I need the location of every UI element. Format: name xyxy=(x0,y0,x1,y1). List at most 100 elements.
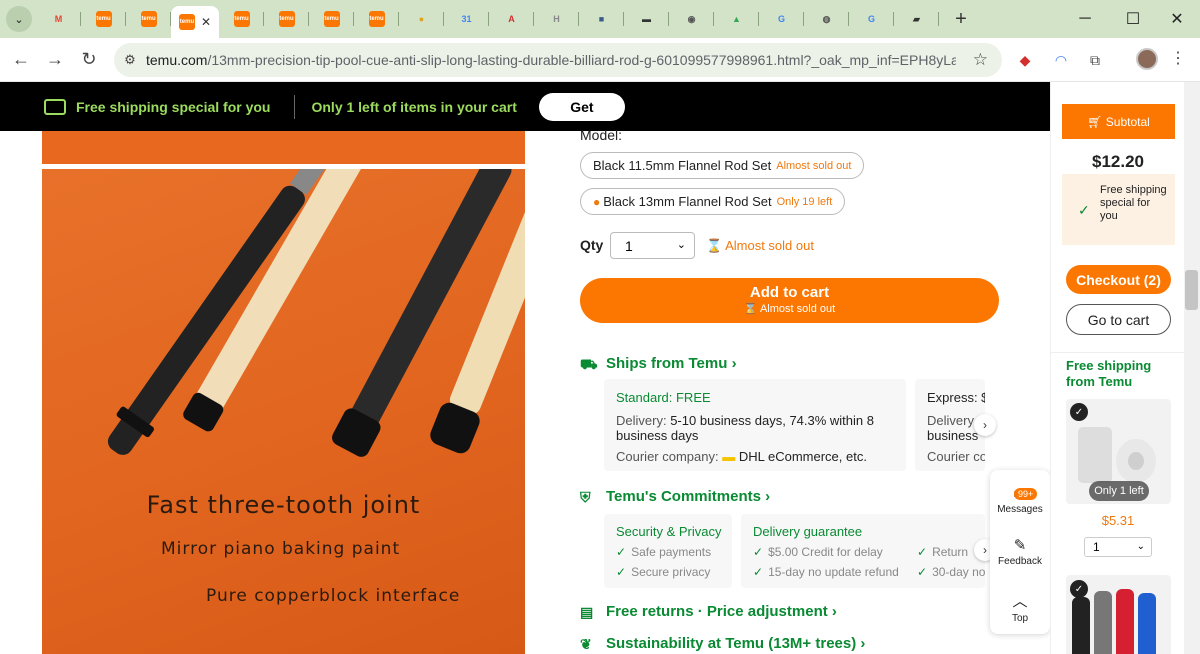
url-path: /13mm-precision-tip-pool-cue-anti-slip-l… xyxy=(207,52,956,68)
browser-tab[interactable]: temu xyxy=(126,4,171,34)
maximize-button[interactable]: ☐ xyxy=(1110,0,1156,38)
tab-search-button[interactable]: ⌄ xyxy=(6,6,32,32)
commitments-heading: Temu's Commitments xyxy=(606,488,761,505)
browser-tab[interactable]: temu xyxy=(309,4,354,34)
courier-value: DHL eCommerce, etc. xyxy=(738,449,867,464)
delivery-guarantee-card: Delivery guarantee ✓ $5.00 Credit for del… xyxy=(741,514,985,588)
model-option-tag: Only 19 left xyxy=(776,195,833,208)
chrome-icon: ◉ xyxy=(687,13,696,24)
check-icon: ✓ xyxy=(616,565,627,579)
model-option-2[interactable]: ● Black 13mm Flannel Rod Set Only 19 lef… xyxy=(580,188,846,215)
standard-title: Standard: FREE xyxy=(616,390,711,405)
selected-check-icon[interactable]: ✓ xyxy=(1070,580,1088,598)
extension-rainbow-icon[interactable]: ◠ xyxy=(1050,49,1072,71)
back-to-top-button[interactable]: ︿ Top xyxy=(990,590,1050,624)
browser-tab[interactable]: A xyxy=(489,4,534,34)
ships-heading: Ships from Temu xyxy=(606,355,728,372)
browser-tab[interactable]: G xyxy=(759,4,804,34)
express-business: business xyxy=(927,428,979,443)
sustainability-link[interactable]: ❦ Sustainability at Temu (13M+ trees) › xyxy=(580,635,865,652)
minimize-button[interactable]: ─ xyxy=(1062,0,1108,38)
free-returns-link[interactable]: ▤ Free returns · Price adjustment › xyxy=(580,603,837,620)
a-letter-icon: A xyxy=(508,14,515,24)
close-tab-icon[interactable]: ✕ xyxy=(201,15,211,29)
temu-commitments-link[interactable]: ⛨ Temu's Commitments › xyxy=(580,488,770,505)
address-bar[interactable]: ⚙ temu.com/13mm-precision-tip-pool-cue-a… xyxy=(114,43,1002,77)
browser-tab[interactable]: ◍ xyxy=(804,4,849,34)
google-icon: G xyxy=(867,14,875,24)
add-to-cart-sub-text: Almost sold out xyxy=(759,303,836,315)
express-delivery: Delivery xyxy=(927,413,974,428)
new-tab-button[interactable]: + xyxy=(947,8,975,31)
browser-menu-icon[interactable]: ⋮ xyxy=(1170,48,1186,68)
cart-sidebar: 🛒︎ Subtotal $12.20 ✓ Free shipping speci… xyxy=(1050,82,1185,654)
returns-icon: ▤ xyxy=(580,603,594,620)
image-caption-2: Mirror piano baking paint xyxy=(161,539,401,559)
add-to-cart-sublabel: ⌛ Almost sold out xyxy=(743,303,836,315)
model-option-1[interactable]: Black 11.5mm Flannel Rod Set Almost sold… xyxy=(580,152,865,179)
shipping-next-arrow[interactable]: › xyxy=(974,414,996,436)
browser-tab[interactable]: ● xyxy=(399,4,444,34)
credit-for-delay: $5.00 Credit for delay xyxy=(768,545,883,559)
cart-item-qty-select[interactable]: 1 ⌄ xyxy=(1084,537,1152,557)
h-letter-icon: H xyxy=(553,14,560,24)
promo-divider xyxy=(294,94,296,119)
browser-tab[interactable]: ▰ xyxy=(894,4,939,34)
ships-from-temu-link[interactable]: ⛟ Ships from Temu › xyxy=(580,355,737,372)
browser-tab[interactable]: temu xyxy=(219,4,264,34)
product-image[interactable]: Fast three-tooth joint Mirror piano baki… xyxy=(42,169,525,654)
sustainability-text: Sustainability at Temu (13M+ trees) xyxy=(606,635,857,652)
url-text[interactable]: temu.com/13mm-precision-tip-pool-cue-ant… xyxy=(146,52,956,68)
feedback-button[interactable]: ✎ Feedback xyxy=(990,536,1050,567)
checkout-button[interactable]: Checkout (2) xyxy=(1066,265,1171,294)
tab-strip: ⌄ Mtemu temu temu ✕ temu temu temu temu ● 31 A H ■ ▬ ◉… xyxy=(0,0,1200,38)
image-caption-1: Fast three-tooth joint xyxy=(146,491,421,519)
browser-tab[interactable]: temu xyxy=(81,4,126,34)
reload-button[interactable]: ↻ xyxy=(72,43,106,77)
browser-tab[interactable]: ◉ xyxy=(669,4,714,34)
qty-select[interactable]: 1 ⌄ xyxy=(610,232,695,259)
extensions-puzzle-icon[interactable]: ⧉ xyxy=(1084,49,1106,71)
secure-privacy: Secure privacy xyxy=(631,565,711,579)
flame-icon: ● xyxy=(593,194,601,209)
close-window-button[interactable]: ✕ xyxy=(1154,0,1200,38)
check-icon: ✓ xyxy=(1078,202,1090,218)
browser-tab[interactable]: temu ✕ xyxy=(171,6,219,38)
selected-check-icon[interactable]: ✓ xyxy=(1070,403,1088,421)
page-scrollbar[interactable] xyxy=(1184,82,1200,654)
briefcase-icon: ■ xyxy=(598,14,605,24)
go-to-cart-button[interactable]: Go to cart xyxy=(1066,304,1171,335)
browser-tab[interactable]: temu xyxy=(354,4,399,34)
browser-tab[interactable]: M xyxy=(36,4,81,34)
add-to-cart-button[interactable]: Add to cart ⌛ Almost sold out xyxy=(580,278,999,323)
browser-tab[interactable]: H xyxy=(534,4,579,34)
bookmark-star-icon[interactable]: ☆ xyxy=(973,50,988,70)
sidebar-divider xyxy=(1051,352,1185,353)
messages-badge: 99+ xyxy=(1014,488,1038,500)
model-option-label: Black 13mm Flannel Rod Set xyxy=(603,194,772,209)
temu-icon: temu xyxy=(178,14,195,30)
messages-button[interactable]: ▭ 99+ Messages xyxy=(990,484,1050,515)
product-image-previous[interactable] xyxy=(42,131,525,164)
browser-tab[interactable]: temu xyxy=(264,4,309,34)
scrollbar-thumb[interactable] xyxy=(1185,270,1198,310)
browser-tab[interactable]: G xyxy=(849,4,894,34)
site-info-icon[interactable]: ⚙ xyxy=(114,52,146,68)
free-shipping-text: Free shipping special for you xyxy=(1100,184,1167,222)
promo-get-button[interactable]: Get xyxy=(538,92,625,121)
forward-button[interactable]: → xyxy=(38,43,72,77)
shield-check-icon: ⛨ xyxy=(580,488,591,505)
profile-avatar[interactable] xyxy=(1136,48,1158,70)
browser-tab[interactable]: ▬ xyxy=(624,4,669,34)
extension-shield-icon[interactable]: ◆ xyxy=(1014,49,1036,71)
chevron-down-icon: ⌄ xyxy=(1136,541,1145,552)
standard-shipping-card: Standard: FREE Delivery: 5-10 business d… xyxy=(604,379,906,471)
browser-tab[interactable]: 31 xyxy=(444,4,489,34)
free-returns-text: Free returns · Price adjustment xyxy=(606,603,828,620)
flag-icon: ▬ xyxy=(642,14,651,24)
security-title: Security & Privacy xyxy=(616,524,722,539)
browser-tab[interactable]: ■ xyxy=(579,4,624,34)
back-button[interactable]: ← xyxy=(4,43,38,77)
browser-toolbar: ← → ↻ ⚙ temu.com/13mm-precision-tip-pool… xyxy=(0,38,1200,82)
browser-tab[interactable]: ▲ xyxy=(714,4,759,34)
